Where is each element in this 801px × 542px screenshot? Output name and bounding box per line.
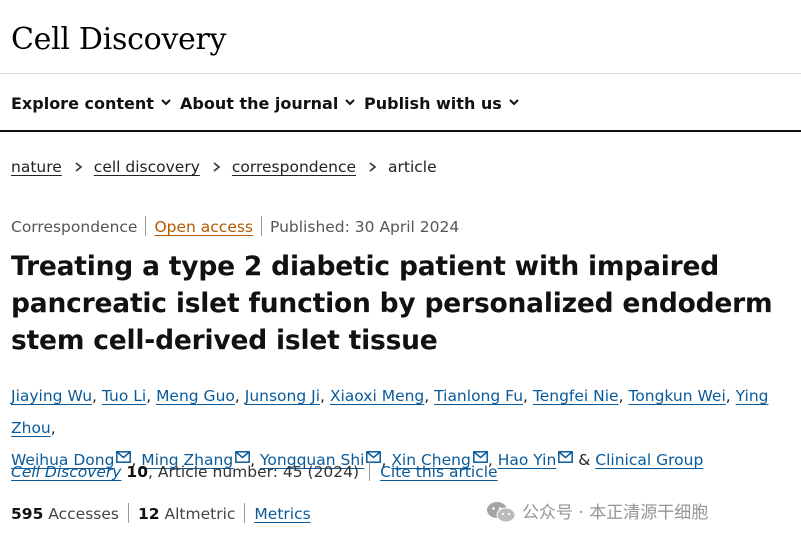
article-title: Treating a type 2 diabetic patient with … <box>11 248 791 359</box>
altmetric-label: Altmetric <box>164 505 236 523</box>
volume-number: 10 <box>126 463 148 481</box>
article-title-line-1: Treating a type 2 diabetic patient with … <box>11 251 720 282</box>
open-access-link[interactable]: Open access <box>154 218 253 236</box>
author-link[interactable]: Tuo Li <box>102 387 146 405</box>
accesses-count: 595 <box>11 505 44 523</box>
article-number: , Article number: 45 (2024) <box>148 463 360 481</box>
journal-logo[interactable]: Cell Discovery <box>11 22 226 57</box>
mail-icon[interactable] <box>558 451 574 463</box>
author-group-separator: & <box>578 451 591 469</box>
article-type: Correspondence <box>11 218 138 236</box>
journal-name-link[interactable]: Cell Discovery <box>11 463 121 481</box>
published-date: Published: 30 April 2024 <box>270 218 460 236</box>
site-header: Cell Discovery <box>0 0 801 73</box>
breadcrumb-current: article <box>388 158 437 176</box>
breadcrumb-correspondence[interactable]: correspondence <box>232 158 356 176</box>
author-link[interactable]: Hao Yin <box>498 451 557 469</box>
article-meta: Correspondence Open access Published: 30 A… <box>11 216 459 236</box>
nav-publish-with-us-label: Publish with us <box>364 94 502 113</box>
chevron-down-icon <box>345 99 356 106</box>
author-link[interactable]: Junsong Ji <box>245 387 320 405</box>
article-title-line-2: pancreatic islet function by personalize… <box>11 288 773 319</box>
author-link[interactable]: Tongkun Wei <box>628 387 725 405</box>
nav-explore-content[interactable]: Explore content <box>11 94 172 113</box>
divider <box>127 503 129 523</box>
watermark-text: 公众号 · 本正清源干细胞 <box>522 503 709 523</box>
chevron-down-icon <box>509 99 519 106</box>
citation-line: Cell Discovery 10, Article number: 45 (2… <box>11 461 498 481</box>
chevron-right-icon <box>369 162 377 172</box>
wechat-icon <box>487 502 516 523</box>
author-link[interactable]: Meng Guo <box>156 387 235 405</box>
chevron-down-icon <box>161 99 171 106</box>
divider <box>261 216 263 236</box>
article-title-line-3: stem cell-derived islet tissue <box>11 325 438 356</box>
watermark: 公众号 · 本正清源干细胞 <box>486 498 708 523</box>
altmetric-count: 12 <box>137 505 160 523</box>
author-link[interactable]: Tengfei Nie <box>533 387 619 405</box>
author-link[interactable]: Tianlong Fu <box>434 387 523 405</box>
author-link[interactable]: Jiaying Wu <box>11 387 92 405</box>
metrics-link[interactable]: Metrics <box>254 505 310 523</box>
divider <box>369 461 371 481</box>
divider <box>244 503 246 523</box>
nav-about-journal-label: About the journal <box>180 94 339 113</box>
nav-about-journal[interactable]: About the journal <box>180 94 356 113</box>
cite-this-article-link[interactable]: Cite this article <box>380 463 498 481</box>
nav-publish-with-us[interactable]: Publish with us <box>364 94 520 113</box>
chevron-right-icon <box>213 162 221 172</box>
main-nav: Explore content About the journal Publis… <box>0 73 801 132</box>
divider <box>145 216 147 236</box>
author-link[interactable]: Xiaoxi Meng <box>330 387 424 405</box>
breadcrumb: nature cell discovery correspondence articl… <box>11 158 437 176</box>
breadcrumb-nature[interactable]: nature <box>11 158 62 176</box>
metrics-bar: 595 Accesses 12 Altmetric Metrics <box>11 503 311 523</box>
breadcrumb-cell-discovery[interactable]: cell discovery <box>94 158 200 176</box>
author-group-link[interactable]: Clinical Group <box>595 451 703 469</box>
accesses-label: Accesses <box>48 505 119 523</box>
chevron-right-icon <box>75 162 83 172</box>
nav-explore-content-label: Explore content <box>11 94 154 113</box>
